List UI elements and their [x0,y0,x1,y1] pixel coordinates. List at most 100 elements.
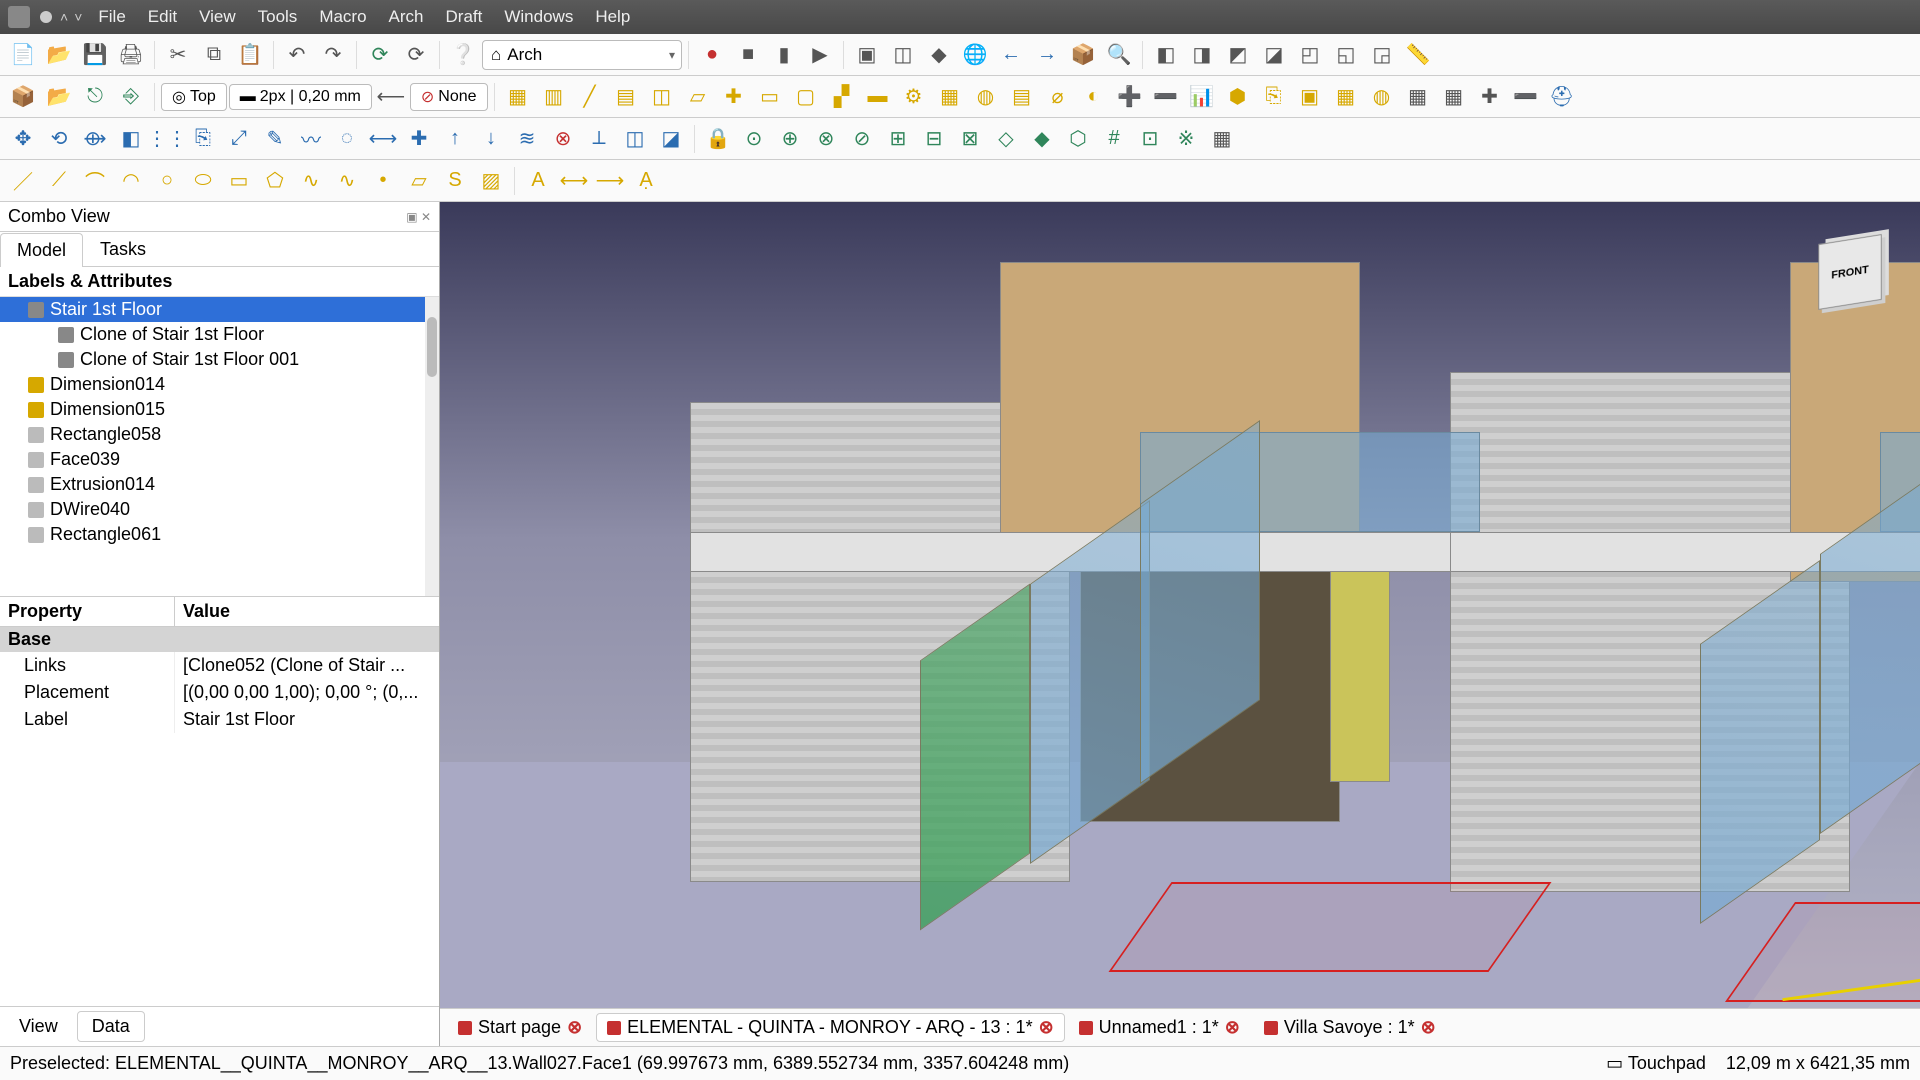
model-tree[interactable]: Stair 1st FloorClone of Stair 1st FloorC… [0,297,439,597]
nav-back-button[interactable]: ← [994,38,1028,72]
link-actions-button[interactable]: ⎆ [114,80,148,114]
macro-record-button[interactable]: ● [695,38,729,72]
chevron-down-icon[interactable]: ˅ [74,9,82,25]
menu-file[interactable]: File [88,3,135,31]
print-button[interactable]: 🖨 [114,38,148,72]
arch-rebar-button[interactable]: ╱ [573,80,607,114]
navigation-cube[interactable]: FRONT [1790,212,1910,332]
snap-parallel-button[interactable]: ◇ [989,122,1023,156]
paste-button[interactable]: 📋 [233,38,267,72]
tree-scrollbar[interactable] [425,297,439,596]
combo-view-controls[interactable]: ▣ ✕ [406,210,431,224]
measure-button[interactable]: 📏 [1401,38,1435,72]
draft-heal-button[interactable]: ◪ [654,122,688,156]
snap-wp-button[interactable]: ※ [1169,122,1203,156]
arch-add-button[interactable]: ➕ [1113,80,1147,114]
arch-pipe-button[interactable]: ⌀ [1041,80,1075,114]
arch-tool-b[interactable]: ◍ [1365,80,1399,114]
arch-structure-button[interactable]: ▥ [537,80,571,114]
draft-ellipse-button[interactable]: ⬭ [186,164,220,198]
window-dot[interactable] [40,11,52,23]
property-row[interactable]: Links[Clone052 (Clone of Stair ... [0,652,439,679]
snap-endpoint-button[interactable]: ⊙ [737,122,771,156]
draft-shapestring-button[interactable]: S [438,164,472,198]
property-row[interactable]: Placement[(0,00 0,00 1,00); 0,00 °; (0,.… [0,679,439,706]
draft-upgrade-button[interactable]: ≋ [510,122,544,156]
view-top-button[interactable]: ◩ [1221,38,1255,72]
tree-item[interactable]: Clone of Stair 1st Floor 001 [0,347,439,372]
tree-item[interactable]: Clone of Stair 1st Floor [0,322,439,347]
view-bottom-button[interactable]: ◱ [1329,38,1363,72]
draft-wire2bsp-button[interactable]: 〰 [294,122,328,156]
menu-help[interactable]: Help [585,3,640,31]
draft-scale-button[interactable]: ⤢ [222,122,256,156]
zoom-button[interactable]: 🔍 [1102,38,1136,72]
draft-downgrade-button[interactable]: ⊗ [546,122,580,156]
tree-item[interactable]: Stair 1st Floor [0,297,439,322]
property-value[interactable]: [(0,00 0,00 1,00); 0,00 °; (0,... [175,679,439,706]
tree-item[interactable]: Rectangle058 [0,422,439,447]
combo-tab-tasks[interactable]: Tasks [83,232,163,266]
arch-window-button[interactable]: ◫ [645,80,679,114]
link-button[interactable]: 📦 [1066,38,1100,72]
globe-button[interactable]: 🌐 [958,38,992,72]
open-button[interactable]: 📂 [42,38,76,72]
macro-play-button[interactable]: ▶ [803,38,837,72]
arch-clone-button[interactable]: ⎘ [1257,80,1291,114]
snap-lock-button[interactable]: 🔒 [701,122,735,156]
draft-rotate-button[interactable]: ⟲ [42,122,76,156]
draft-arc-button[interactable]: ◠ [114,164,148,198]
document-tab[interactable]: Start page⊗ [448,1014,592,1041]
copy-button[interactable]: ⧉ [197,38,231,72]
redo-button[interactable]: ↷ [316,38,350,72]
tree-item[interactable]: Dimension015 [0,397,439,422]
drawstyle-button[interactable]: ◆ [922,38,956,72]
property-value[interactable]: Stair 1st Floor [175,706,439,733]
arch-section-button[interactable]: ▭ [753,80,787,114]
arch-material-button[interactable]: ◍ [969,80,1003,114]
snap-extension-button[interactable]: ⊠ [953,122,987,156]
draft-label-button[interactable]: ⟶ [593,164,627,198]
arch-tool-g[interactable]: ⛑ [1545,80,1579,114]
menu-windows[interactable]: Windows [494,3,583,31]
nav-cube-face[interactable]: FRONT [1818,234,1881,310]
view-rear-button[interactable]: ◰ [1293,38,1327,72]
draft-polygon-button[interactable]: ⬠ [258,164,292,198]
tree-item[interactable]: DWire040 [0,497,439,522]
draft-subelem-button[interactable]: ◌ [330,122,364,156]
draft-move-button[interactable]: ✥ [6,122,40,156]
draft-polyline-button[interactable]: ⟋ [42,164,76,198]
draft-point-button[interactable]: • [366,164,400,198]
draft-edit-button[interactable]: ✎ [258,122,292,156]
fit-sel-button[interactable]: ◫ [886,38,920,72]
arch-floor-button[interactable]: ▤ [609,80,643,114]
draft-join-button[interactable]: ✚ [402,122,436,156]
line-style-pill[interactable]: ▬2px | 0,20 mm [229,84,372,110]
close-icon[interactable]: ⊗ [1039,1017,1054,1038]
tree-item[interactable]: Rectangle061 [0,522,439,547]
arch-panel-button[interactable]: ▬ [861,80,895,114]
snap-ortho-button[interactable]: # [1097,122,1131,156]
snap-perpendicular-button[interactable]: ⊟ [917,122,951,156]
arch-cutplane-button[interactable]: ◐ [1077,80,1111,114]
property-tab-view[interactable]: View [4,1011,73,1042]
menu-arch[interactable]: Arch [379,3,434,31]
snap-angle-button[interactable]: ⊘ [845,122,879,156]
part-button[interactable]: 📦 [6,80,40,114]
draft-hatch-button[interactable]: ▨ [474,164,508,198]
draft-bspline-button[interactable]: ∿ [294,164,328,198]
arch-space-button[interactable]: ▢ [789,80,823,114]
arch-tool-a[interactable]: ▦ [1329,80,1363,114]
undo-button[interactable]: ↶ [280,38,314,72]
draft-facebinder-button[interactable]: ▱ [402,164,436,198]
arch-tool-f[interactable]: ➖ [1509,80,1543,114]
close-icon[interactable]: ⊗ [1225,1017,1240,1038]
3d-viewport[interactable]: FRONT Start page⊗ELEMENTAL - QUINTA - MO… [440,202,1920,1046]
menu-view[interactable]: View [189,3,246,31]
draft-text-button[interactable]: A [521,164,555,198]
property-row[interactable]: LabelStair 1st Floor [0,706,439,733]
refresh-button[interactable]: ⟳ [363,38,397,72]
tree-item[interactable]: Dimension014 [0,372,439,397]
draft-draft2sketch-button[interactable]: ◫ [618,122,652,156]
draft-down-button[interactable]: ↓ [474,122,508,156]
